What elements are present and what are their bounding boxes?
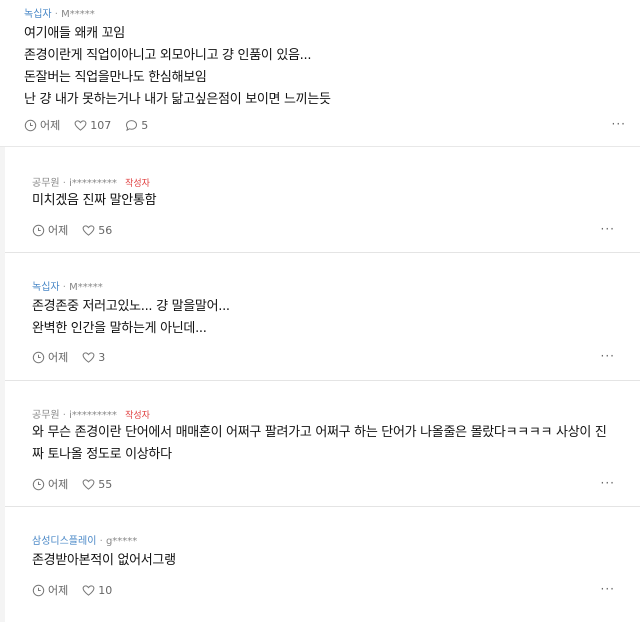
reply-body: 와 무슨 존경이란 단어에서 매매혼이 어쩌구 팔려가고 어쩌구 하는 단어가 … <box>32 422 628 466</box>
heart-icon <box>82 584 95 596</box>
comment-line: 여기애들 왜캐 꼬임 <box>24 26 125 41</box>
reply-meta: 녹십자 · M***** <box>32 278 103 293</box>
user-name: M***** <box>69 282 103 293</box>
like-count: 55 <box>98 477 113 491</box>
timestamp: 어제 <box>32 222 68 238</box>
comment-meta: 녹십자 · M***** <box>24 5 95 20</box>
reply-item: 공무원 · i********* 작성자 와 무슨 존경이란 단어에서 매매혼이… <box>5 382 640 507</box>
like-count: 10 <box>98 583 113 597</box>
reply-item: 녹십자 · M***** 존경존중 저러고있노... 걍 말을말어... 완벽한… <box>5 254 640 381</box>
reply-line: 존경존중 저러고있노... 걍 말을말어... <box>32 299 230 314</box>
reply-footer: 어제 56 ··· <box>32 222 615 238</box>
clock-icon <box>32 351 45 363</box>
comment: 녹십자 · M***** 여기애들 왜캐 꼬임 존경이란게 직업이아니고 외모아… <box>0 0 640 147</box>
more-options-icon[interactable]: ··· <box>601 349 615 363</box>
user-name: g***** <box>105 536 138 547</box>
timestamp: 어제 <box>32 476 68 492</box>
like-count: 3 <box>98 350 106 364</box>
like-button[interactable]: 3 <box>82 351 105 364</box>
like-count: 56 <box>98 223 113 237</box>
timestamp-text: 어제 <box>40 119 61 132</box>
company-name[interactable]: 공무원 <box>32 410 60 421</box>
reply-button[interactable]: 5 <box>125 119 148 132</box>
comment-line: 난 걍 내가 못하는거나 내가 닮고싶은점이 보이면 느끼는듯 <box>24 92 331 107</box>
reply-footer: 어제 55 ··· <box>32 476 615 492</box>
reply-line: 짜 토나올 정도로 이상하다 <box>32 447 172 462</box>
user-name: i********* <box>69 410 117 421</box>
heart-icon <box>82 224 95 236</box>
like-button[interactable]: 55 <box>82 478 112 491</box>
like-button[interactable]: 56 <box>82 224 112 237</box>
clock-icon <box>32 478 45 490</box>
timestamp-text: 어제 <box>48 351 69 364</box>
like-count: 107 <box>90 118 112 132</box>
reply-body: 미치겠음 진짜 말안통함 <box>32 190 628 212</box>
user-name: i********* <box>69 178 117 189</box>
comment-body: 여기애들 왜캐 꼬임 존경이란게 직업이아니고 외모아니고 걍 인품이 있음..… <box>24 23 620 111</box>
heart-icon <box>82 351 95 363</box>
author-badge: 작성자 <box>125 411 150 421</box>
like-button[interactable]: 10 <box>82 584 112 597</box>
speech-bubble-icon <box>126 119 138 131</box>
timestamp: 어제 <box>32 349 68 365</box>
reply-item: 공무원 · i********* 작성자 미치겠음 진짜 말안통함 어제 56 … <box>5 148 640 253</box>
company-link[interactable]: 녹십자 <box>24 9 52 20</box>
reply-line: 존경받아본적이 없어서그랭 <box>32 553 176 568</box>
reply-body: 존경받아본적이 없어서그랭 <box>32 550 628 572</box>
more-options-icon[interactable]: ··· <box>601 476 615 490</box>
reply-meta: 삼성디스플레이 · g***** <box>32 532 137 547</box>
company-link[interactable]: 녹십자 <box>32 282 60 293</box>
more-options-icon[interactable]: ··· <box>601 222 615 236</box>
like-button[interactable]: 107 <box>74 119 111 132</box>
heart-icon <box>74 119 87 131</box>
more-options-icon[interactable]: ··· <box>601 582 615 596</box>
timestamp-text: 어제 <box>48 584 69 597</box>
reply-footer: 어제 10 ··· <box>32 582 615 598</box>
reply-item: 삼성디스플레이 · g***** 존경받아본적이 없어서그랭 어제 10 ··· <box>5 508 640 622</box>
author-badge: 작성자 <box>125 179 150 189</box>
reply-meta: 공무원 · i********* 작성자 <box>32 406 150 421</box>
company-name[interactable]: 공무원 <box>32 178 60 189</box>
heart-icon <box>82 478 95 490</box>
reply-line: 완벽한 인간을 말하는게 아닌데... <box>32 321 207 336</box>
user-name: M***** <box>61 9 95 20</box>
clock-icon <box>32 584 45 596</box>
comment-line: 돈잘버는 직업을만나도 한심해보임 <box>24 70 207 85</box>
reply-footer: 어제 3 ··· <box>32 349 615 365</box>
reply-meta: 공무원 · i********* 작성자 <box>32 174 150 189</box>
timestamp-text: 어제 <box>48 478 69 491</box>
more-options-icon[interactable]: ··· <box>612 117 626 131</box>
reply-body: 존경존중 저러고있노... 걍 말을말어... 완벽한 인간을 말하는게 아닌데… <box>32 296 628 340</box>
clock-icon <box>24 119 37 131</box>
comment-thread: 녹십자 · M***** 여기애들 왜캐 꼬임 존경이란게 직업이아니고 외모아… <box>0 0 640 622</box>
reply-count: 5 <box>141 118 149 132</box>
comment-line: 존경이란게 직업이아니고 외모아니고 걍 인품이 있음... <box>24 48 312 63</box>
company-link[interactable]: 삼성디스플레이 <box>32 536 96 547</box>
reply-line: 와 무슨 존경이란 단어에서 매매혼이 어쩌구 팔려가고 어쩌구 하는 단어가 … <box>32 425 607 440</box>
comment-footer: 어제 107 5 ··· <box>24 117 626 133</box>
reply-line: 미치겠음 진짜 말안통함 <box>32 193 157 208</box>
clock-icon <box>32 224 45 236</box>
timestamp: 어제 <box>32 582 68 598</box>
timestamp-text: 어제 <box>48 224 69 237</box>
timestamp: 어제 <box>24 117 60 133</box>
